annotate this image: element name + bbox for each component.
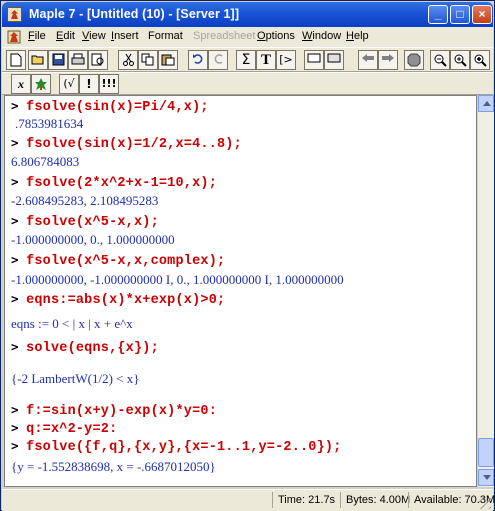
main-toolbar: Σ T [> <box>2 47 493 72</box>
input-line[interactable]: > fsolve(sin(x)=1/2,x=4..8); <box>11 134 242 152</box>
context-toolbar: x (√ ! !!! <box>2 72 493 95</box>
shift-left-icon[interactable] <box>358 50 378 70</box>
zoom-in-icon[interactable] <box>450 50 470 70</box>
execution-group-icon[interactable] <box>324 50 344 70</box>
paste-icon[interactable] <box>158 50 178 70</box>
menu-view[interactable]: View <box>82 30 106 42</box>
document-menu-icon[interactable] <box>7 30 21 44</box>
math-input-button[interactable]: x <box>11 74 31 94</box>
shift-right-icon[interactable] <box>378 50 398 70</box>
menu-bar: File Edit View Insert Format Spreadsheet… <box>2 27 493 47</box>
vertical-scrollbar[interactable] <box>477 95 494 487</box>
scroll-up-icon[interactable] <box>478 95 494 112</box>
execute-all-button[interactable]: !!! <box>99 74 119 94</box>
output-line: eqns := 0 < | x | x + e^x <box>11 316 133 331</box>
output-line: -1.000000000, 0., 1.000000000 <box>11 232 175 247</box>
scrollbar-thumb[interactable] <box>478 438 494 467</box>
execute-bracket-icon[interactable]: (√ <box>59 74 79 94</box>
scroll-down-icon[interactable] <box>478 469 494 486</box>
status-available: Available: 70.3M <box>408 492 495 508</box>
redo-icon[interactable] <box>208 50 228 70</box>
menu-spreadsheet: Spreadsheet <box>193 30 256 42</box>
menu-insert[interactable]: Insert <box>111 30 139 42</box>
text-region-icon[interactable] <box>304 50 324 70</box>
output-line: -1.000000000, -1.000000000 I, 0., 1.0000… <box>11 272 344 287</box>
text-icon[interactable]: T <box>256 50 276 70</box>
minimize-button[interactable]: _ <box>428 5 448 24</box>
resize-grip-icon[interactable] <box>479 497 491 509</box>
status-bar: Time: 21.7s Bytes: 4.00M Available: 70.3… <box>2 489 495 511</box>
stop-icon[interactable] <box>404 50 424 70</box>
output-line: {y = -1.552838698, x = -.6687012050} <box>11 459 216 474</box>
window-title: Maple 7 - [Untitled (10) - [Server 1]] <box>29 7 240 21</box>
sigma-icon[interactable]: Σ <box>236 50 256 70</box>
copy-icon[interactable] <box>138 50 158 70</box>
zoom-in-large-icon[interactable] <box>470 50 490 70</box>
maximize-button[interactable]: □ <box>450 5 470 24</box>
input-line[interactable]: > q:=x^2-y=2: <box>11 419 117 437</box>
maple-leaf-icon <box>7 7 22 22</box>
new-icon[interactable] <box>6 50 26 70</box>
input-line[interactable]: > fsolve(2*x^2+x-1=10,x); <box>11 173 217 191</box>
cut-icon[interactable] <box>118 50 138 70</box>
menu-file[interactable]: File <box>28 30 46 42</box>
maple-leaf-button-icon[interactable] <box>31 74 51 94</box>
worksheet[interactable]: > fsolve(sin(x)=Pi/4,x); .7853981634 > f… <box>4 95 477 487</box>
zoom-out-icon[interactable] <box>430 50 450 70</box>
menu-help[interactable]: Help <box>346 30 369 42</box>
print-preview-icon[interactable] <box>88 50 108 70</box>
undo-icon[interactable] <box>188 50 208 70</box>
maple-window: Maple 7 - [Untitled (10) - [Server 1]] _… <box>0 0 495 511</box>
input-line[interactable]: > fsolve({f,q},{x,y},{x=-1..1,y=-2..0}); <box>11 437 342 455</box>
input-line[interactable]: > f:=sin(x+y)-exp(x)*y=0: <box>11 401 217 419</box>
menu-window[interactable]: Window <box>302 30 341 42</box>
input-line[interactable]: > fsolve(x^5-x,x,complex); <box>11 251 225 269</box>
print-icon[interactable] <box>68 50 88 70</box>
output-line: 6.806784083 <box>11 154 80 169</box>
input-line[interactable]: > fsolve(sin(x)=Pi/4,x); <box>11 97 209 115</box>
input-line[interactable]: > eqns:=abs(x)*x+exp(x)>0; <box>11 290 225 308</box>
menu-format[interactable]: Format <box>148 30 183 42</box>
menu-options[interactable]: Options <box>257 30 295 42</box>
output-line: .7853981634 <box>15 116 84 131</box>
close-button[interactable]: × <box>472 5 492 24</box>
open-icon[interactable] <box>28 50 48 70</box>
output-line: -2.608495283, 2.108495283 <box>11 193 159 208</box>
status-bytes: Bytes: 4.00M <box>340 492 410 508</box>
menu-edit[interactable]: Edit <box>56 30 75 42</box>
save-icon[interactable] <box>48 50 68 70</box>
output-line: {-2 LambertW(1/2) < x} <box>11 371 140 386</box>
input-line[interactable]: > solve(eqns,{x}); <box>11 338 159 356</box>
status-time: Time: 21.7s <box>272 492 340 508</box>
insert-prompt-icon[interactable]: [> <box>276 50 296 70</box>
execute-button[interactable]: ! <box>79 74 99 94</box>
title-bar[interactable]: Maple 7 - [Untitled (10) - [Server 1]] _… <box>2 2 493 27</box>
input-line[interactable]: > fsolve(x^5-x,x); <box>11 212 159 230</box>
